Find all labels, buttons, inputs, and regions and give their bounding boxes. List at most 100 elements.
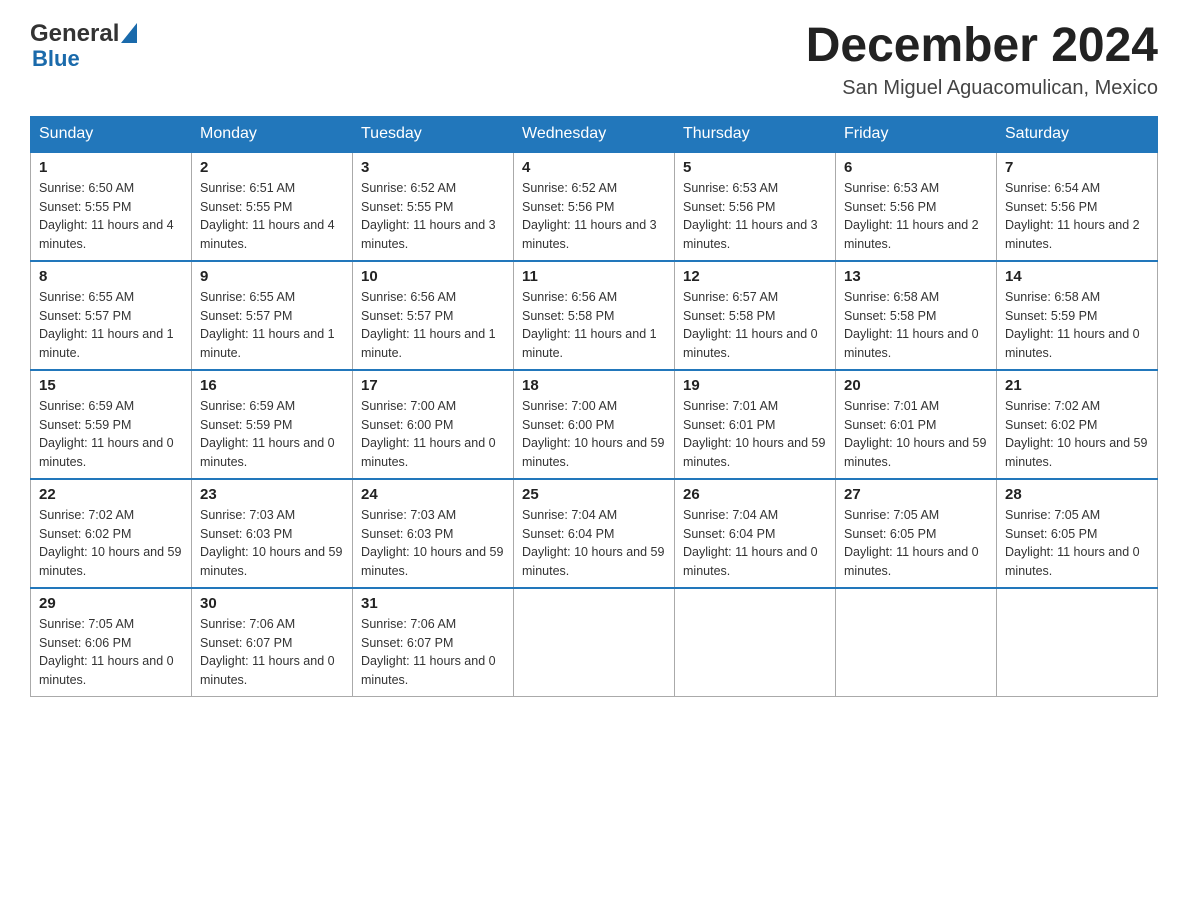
- col-monday: Monday: [192, 116, 353, 152]
- day-info: Sunrise: 7:00 AMSunset: 6:00 PMDaylight:…: [361, 397, 505, 472]
- table-cell: 1 Sunrise: 6:50 AMSunset: 5:55 PMDayligh…: [31, 152, 192, 261]
- table-cell: 22 Sunrise: 7:02 AMSunset: 6:02 PMDaylig…: [31, 479, 192, 588]
- day-info: Sunrise: 7:01 AMSunset: 6:01 PMDaylight:…: [683, 397, 827, 472]
- day-number: 20: [844, 377, 988, 394]
- day-info: Sunrise: 6:58 AMSunset: 5:58 PMDaylight:…: [844, 288, 988, 363]
- table-cell: [675, 588, 836, 697]
- day-info: Sunrise: 7:06 AMSunset: 6:07 PMDaylight:…: [361, 615, 505, 690]
- day-info: Sunrise: 7:05 AMSunset: 6:06 PMDaylight:…: [39, 615, 183, 690]
- day-info: Sunrise: 6:52 AMSunset: 5:56 PMDaylight:…: [522, 179, 666, 254]
- table-cell: 5 Sunrise: 6:53 AMSunset: 5:56 PMDayligh…: [675, 152, 836, 261]
- col-sunday: Sunday: [31, 116, 192, 152]
- table-cell: [514, 588, 675, 697]
- day-info: Sunrise: 6:53 AMSunset: 5:56 PMDaylight:…: [683, 179, 827, 254]
- page-header: General Blue December 2024 San Miguel Ag…: [30, 20, 1158, 100]
- table-cell: 25 Sunrise: 7:04 AMSunset: 6:04 PMDaylig…: [514, 479, 675, 588]
- table-cell: 7 Sunrise: 6:54 AMSunset: 5:56 PMDayligh…: [997, 152, 1158, 261]
- day-number: 28: [1005, 486, 1149, 503]
- day-info: Sunrise: 7:00 AMSunset: 6:00 PMDaylight:…: [522, 397, 666, 472]
- table-cell: 13 Sunrise: 6:58 AMSunset: 5:58 PMDaylig…: [836, 261, 997, 370]
- day-number: 3: [361, 159, 505, 176]
- col-friday: Friday: [836, 116, 997, 152]
- day-number: 17: [361, 377, 505, 394]
- day-number: 27: [844, 486, 988, 503]
- day-number: 7: [1005, 159, 1149, 176]
- calendar-week-row: 29 Sunrise: 7:05 AMSunset: 6:06 PMDaylig…: [31, 588, 1158, 697]
- table-cell: [997, 588, 1158, 697]
- day-info: Sunrise: 6:59 AMSunset: 5:59 PMDaylight:…: [39, 397, 183, 472]
- table-cell: 3 Sunrise: 6:52 AMSunset: 5:55 PMDayligh…: [353, 152, 514, 261]
- day-info: Sunrise: 7:01 AMSunset: 6:01 PMDaylight:…: [844, 397, 988, 472]
- day-number: 18: [522, 377, 666, 394]
- month-title: December 2024: [806, 20, 1158, 73]
- day-info: Sunrise: 7:02 AMSunset: 6:02 PMDaylight:…: [1005, 397, 1149, 472]
- day-number: 16: [200, 377, 344, 394]
- table-cell: 4 Sunrise: 6:52 AMSunset: 5:56 PMDayligh…: [514, 152, 675, 261]
- table-cell: 2 Sunrise: 6:51 AMSunset: 5:55 PMDayligh…: [192, 152, 353, 261]
- location-title: San Miguel Aguacomulican, Mexico: [806, 77, 1158, 100]
- table-cell: 17 Sunrise: 7:00 AMSunset: 6:00 PMDaylig…: [353, 370, 514, 479]
- day-number: 21: [1005, 377, 1149, 394]
- table-cell: 15 Sunrise: 6:59 AMSunset: 5:59 PMDaylig…: [31, 370, 192, 479]
- day-number: 4: [522, 159, 666, 176]
- day-info: Sunrise: 7:05 AMSunset: 6:05 PMDaylight:…: [1005, 506, 1149, 581]
- table-cell: 28 Sunrise: 7:05 AMSunset: 6:05 PMDaylig…: [997, 479, 1158, 588]
- table-cell: 11 Sunrise: 6:56 AMSunset: 5:58 PMDaylig…: [514, 261, 675, 370]
- day-info: Sunrise: 7:03 AMSunset: 6:03 PMDaylight:…: [200, 506, 344, 581]
- day-number: 14: [1005, 268, 1149, 285]
- day-number: 25: [522, 486, 666, 503]
- title-area: December 2024 San Miguel Aguacomulican, …: [806, 20, 1158, 100]
- day-info: Sunrise: 7:04 AMSunset: 6:04 PMDaylight:…: [683, 506, 827, 581]
- col-saturday: Saturday: [997, 116, 1158, 152]
- day-info: Sunrise: 7:06 AMSunset: 6:07 PMDaylight:…: [200, 615, 344, 690]
- table-cell: 29 Sunrise: 7:05 AMSunset: 6:06 PMDaylig…: [31, 588, 192, 697]
- day-info: Sunrise: 7:03 AMSunset: 6:03 PMDaylight:…: [361, 506, 505, 581]
- day-info: Sunrise: 6:56 AMSunset: 5:57 PMDaylight:…: [361, 288, 505, 363]
- day-number: 1: [39, 159, 183, 176]
- day-info: Sunrise: 6:56 AMSunset: 5:58 PMDaylight:…: [522, 288, 666, 363]
- day-info: Sunrise: 6:54 AMSunset: 5:56 PMDaylight:…: [1005, 179, 1149, 254]
- table-cell: 27 Sunrise: 7:05 AMSunset: 6:05 PMDaylig…: [836, 479, 997, 588]
- day-number: 5: [683, 159, 827, 176]
- col-thursday: Thursday: [675, 116, 836, 152]
- table-cell: 19 Sunrise: 7:01 AMSunset: 6:01 PMDaylig…: [675, 370, 836, 479]
- logo-blue-text: Blue: [30, 46, 80, 72]
- day-number: 26: [683, 486, 827, 503]
- day-info: Sunrise: 6:52 AMSunset: 5:55 PMDaylight:…: [361, 179, 505, 254]
- table-cell: 21 Sunrise: 7:02 AMSunset: 6:02 PMDaylig…: [997, 370, 1158, 479]
- table-cell: [836, 588, 997, 697]
- calendar-week-row: 8 Sunrise: 6:55 AMSunset: 5:57 PMDayligh…: [31, 261, 1158, 370]
- calendar-week-row: 1 Sunrise: 6:50 AMSunset: 5:55 PMDayligh…: [31, 152, 1158, 261]
- table-cell: 14 Sunrise: 6:58 AMSunset: 5:59 PMDaylig…: [997, 261, 1158, 370]
- table-cell: 12 Sunrise: 6:57 AMSunset: 5:58 PMDaylig…: [675, 261, 836, 370]
- day-number: 8: [39, 268, 183, 285]
- day-info: Sunrise: 6:51 AMSunset: 5:55 PMDaylight:…: [200, 179, 344, 254]
- logo-general-text: General: [30, 20, 119, 48]
- day-number: 12: [683, 268, 827, 285]
- day-info: Sunrise: 6:50 AMSunset: 5:55 PMDaylight:…: [39, 179, 183, 254]
- logo: General Blue: [30, 20, 137, 72]
- col-tuesday: Tuesday: [353, 116, 514, 152]
- day-number: 13: [844, 268, 988, 285]
- day-number: 9: [200, 268, 344, 285]
- day-number: 29: [39, 595, 183, 612]
- table-cell: 9 Sunrise: 6:55 AMSunset: 5:57 PMDayligh…: [192, 261, 353, 370]
- col-wednesday: Wednesday: [514, 116, 675, 152]
- day-info: Sunrise: 6:55 AMSunset: 5:57 PMDaylight:…: [200, 288, 344, 363]
- calendar-header-row: Sunday Monday Tuesday Wednesday Thursday…: [31, 116, 1158, 152]
- day-number: 30: [200, 595, 344, 612]
- table-cell: 10 Sunrise: 6:56 AMSunset: 5:57 PMDaylig…: [353, 261, 514, 370]
- day-number: 31: [361, 595, 505, 612]
- table-cell: 23 Sunrise: 7:03 AMSunset: 6:03 PMDaylig…: [192, 479, 353, 588]
- day-number: 22: [39, 486, 183, 503]
- table-cell: 20 Sunrise: 7:01 AMSunset: 6:01 PMDaylig…: [836, 370, 997, 479]
- day-number: 15: [39, 377, 183, 394]
- table-cell: 24 Sunrise: 7:03 AMSunset: 6:03 PMDaylig…: [353, 479, 514, 588]
- day-number: 11: [522, 268, 666, 285]
- day-info: Sunrise: 7:05 AMSunset: 6:05 PMDaylight:…: [844, 506, 988, 581]
- table-cell: 8 Sunrise: 6:55 AMSunset: 5:57 PMDayligh…: [31, 261, 192, 370]
- table-cell: 30 Sunrise: 7:06 AMSunset: 6:07 PMDaylig…: [192, 588, 353, 697]
- table-cell: 18 Sunrise: 7:00 AMSunset: 6:00 PMDaylig…: [514, 370, 675, 479]
- day-info: Sunrise: 7:02 AMSunset: 6:02 PMDaylight:…: [39, 506, 183, 581]
- day-info: Sunrise: 7:04 AMSunset: 6:04 PMDaylight:…: [522, 506, 666, 581]
